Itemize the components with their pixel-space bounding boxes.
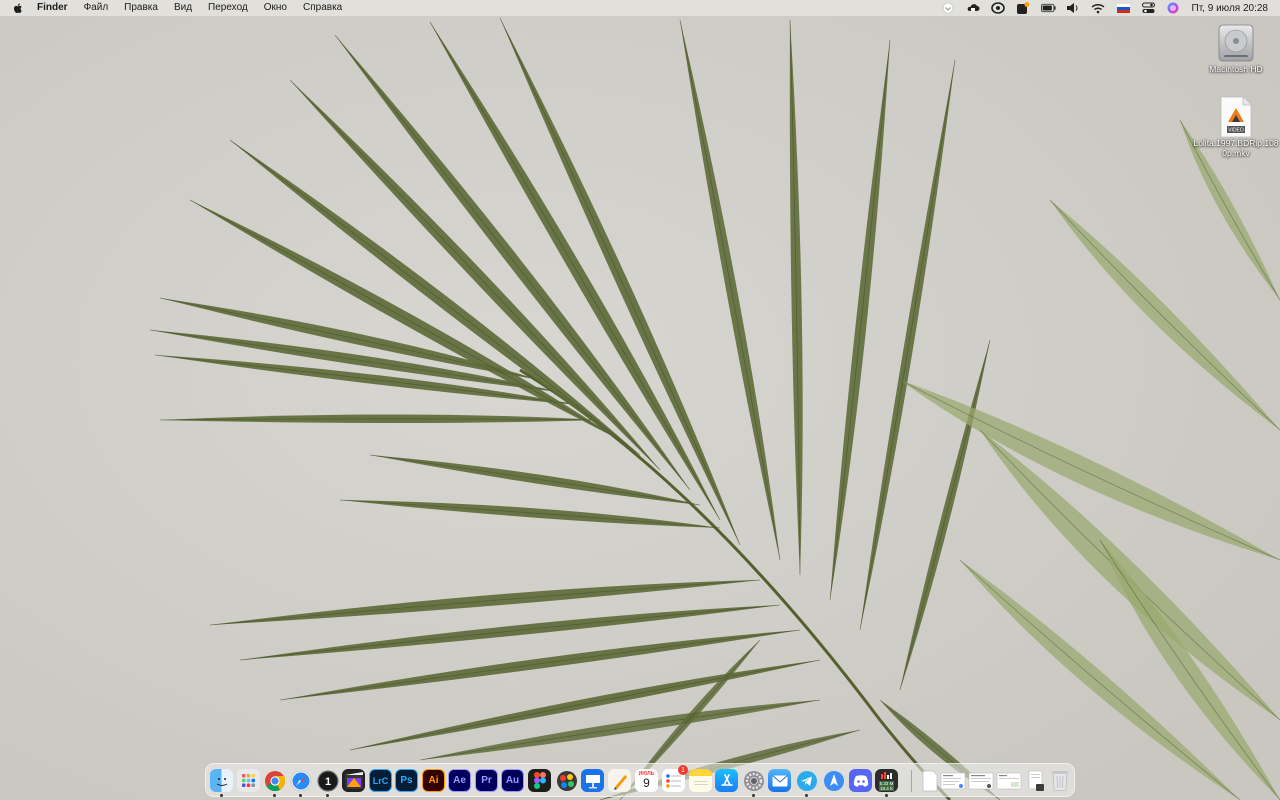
figma-icon — [533, 772, 546, 789]
app-store-icon — [720, 773, 733, 786]
dock-figma[interactable] — [528, 769, 551, 792]
screenshot-thumb-icon — [940, 772, 966, 789]
screenshot-thumb-icon — [968, 772, 994, 789]
finder-icon — [216, 777, 227, 786]
dock-capture-one[interactable]: 1 — [316, 769, 339, 792]
running-indicator — [273, 794, 276, 797]
istat-download-rate: 18.4 K — [878, 786, 894, 791]
notes-icon — [693, 780, 708, 785]
testflight-icon — [823, 770, 844, 791]
desktop-wallpaper — [0, 0, 1280, 800]
dock-final-cut-pro[interactable] — [342, 769, 365, 792]
reminders-badge: 1 — [678, 765, 688, 775]
dock-pages[interactable] — [608, 769, 631, 792]
dock-document-stack[interactable] — [918, 769, 941, 792]
screenshot-thumb-icon — [996, 772, 1022, 789]
dock-screenshot-1[interactable] — [940, 769, 966, 792]
dock-documents-folder[interactable] — [1024, 769, 1047, 792]
chrome-icon — [264, 770, 285, 791]
running-indicator — [805, 794, 808, 797]
dock-mail[interactable] — [768, 769, 791, 792]
document-icon — [922, 770, 937, 791]
dock-keynote[interactable] — [581, 769, 604, 792]
clock-date-time[interactable]: Пт, 9 июля 20:28 — [1192, 3, 1268, 14]
trash-icon — [1051, 770, 1068, 791]
video-badge-text: VIDEO — [1228, 128, 1244, 134]
dock-screenshot-2[interactable] — [968, 769, 994, 792]
dock-discord[interactable] — [849, 769, 872, 792]
control-center-icon[interactable] — [1141, 1, 1156, 16]
dock-system-preferences[interactable] — [742, 769, 765, 792]
volume-icon[interactable] — [1066, 1, 1081, 16]
status-notifications-icon[interactable] — [1016, 1, 1031, 16]
dock-pixelmator[interactable] — [555, 769, 578, 792]
menu-file[interactable]: Файл — [76, 0, 117, 16]
dock-telegram[interactable] — [795, 769, 818, 792]
dock-premiere-pro[interactable]: Pr — [475, 769, 498, 792]
svg-text:1: 1 — [324, 776, 330, 788]
desktop-icon-video-file[interactable]: VIDEO Lolita.1997.BDRip.1080p.mkv — [1188, 96, 1280, 158]
dock-launchpad[interactable] — [237, 769, 260, 792]
telegram-icon — [796, 770, 817, 791]
folder-stack-icon — [1028, 770, 1044, 791]
menu-help[interactable]: Справка — [295, 0, 350, 16]
menu-view[interactable]: Вид — [166, 0, 200, 16]
pixelmator-icon — [556, 770, 577, 791]
calendar-day: 9 — [643, 776, 650, 790]
hard-drive-icon — [1218, 24, 1254, 62]
dock-audition[interactable]: Au — [501, 769, 524, 792]
mail-icon — [771, 774, 788, 786]
dock: 1 LrC Ps Ai Ae Pr Au ИЮЛЬ 9 1 5.33 M 18.… — [205, 763, 1075, 797]
battery-icon[interactable] — [1040, 1, 1056, 16]
menu-window[interactable]: Окно — [256, 0, 295, 16]
pages-icon — [613, 774, 627, 790]
keynote-icon — [585, 774, 600, 788]
dock-lightroom-classic[interactable]: LrC — [369, 769, 392, 792]
dock-trash[interactable] — [1048, 769, 1071, 792]
dock-photoshop[interactable]: Ps — [395, 769, 418, 792]
apple-menu-icon[interactable] — [12, 2, 23, 15]
istat-icon — [880, 772, 892, 779]
status-cloud-icon[interactable] — [966, 1, 981, 16]
input-language-flag-icon[interactable] — [1116, 1, 1131, 16]
running-indicator — [752, 794, 755, 797]
status-creative-cloud-icon[interactable] — [991, 1, 1006, 16]
dock-chrome[interactable] — [263, 769, 286, 792]
running-indicator — [299, 794, 302, 797]
wifi-icon[interactable] — [1091, 1, 1106, 16]
menu-app-name[interactable]: Finder — [37, 0, 76, 16]
gear-icon — [743, 770, 764, 791]
dock-notes[interactable] — [689, 769, 712, 792]
dock-app-store[interactable] — [715, 769, 738, 792]
video-file-icon: VIDEO — [1220, 96, 1252, 138]
final-cut-pro-icon — [344, 771, 363, 789]
running-indicator — [326, 794, 329, 797]
running-indicator — [220, 794, 223, 797]
dock-finder[interactable] — [210, 769, 233, 792]
siri-icon[interactable] — [1166, 1, 1181, 16]
dock-after-effects[interactable]: Ae — [448, 769, 471, 792]
status-vpn-icon[interactable] — [941, 1, 956, 16]
running-indicator — [885, 794, 888, 797]
desktop-icon-label: Lolita.1997.BDRip.1080p.mkv — [1193, 138, 1279, 158]
dock-calendar[interactable]: ИЮЛЬ 9 — [635, 769, 658, 792]
menu-bar: Finder Файл Правка Вид Переход Окно Спра… — [0, 0, 1280, 16]
menu-edit[interactable]: Правка — [116, 0, 166, 16]
dock-testflight[interactable] — [822, 769, 845, 792]
dock-separator — [911, 770, 912, 792]
dock-safari[interactable] — [289, 769, 312, 792]
capture-one-icon: 1 — [316, 769, 339, 792]
desktop-icon-label: Macintosh HD — [1209, 64, 1263, 74]
dock-screenshot-3[interactable] — [996, 769, 1022, 792]
reminders-icon — [665, 773, 681, 788]
launchpad-icon — [242, 774, 255, 787]
safari-icon — [290, 770, 311, 791]
desktop-icon-macintosh-hd[interactable]: Macintosh HD — [1188, 22, 1280, 74]
discord-icon — [853, 774, 868, 787]
menu-go[interactable]: Переход — [200, 0, 256, 16]
dock-istat-menus[interactable]: 5.33 M 18.4 K — [875, 769, 898, 792]
dock-illustrator[interactable]: Ai — [422, 769, 445, 792]
